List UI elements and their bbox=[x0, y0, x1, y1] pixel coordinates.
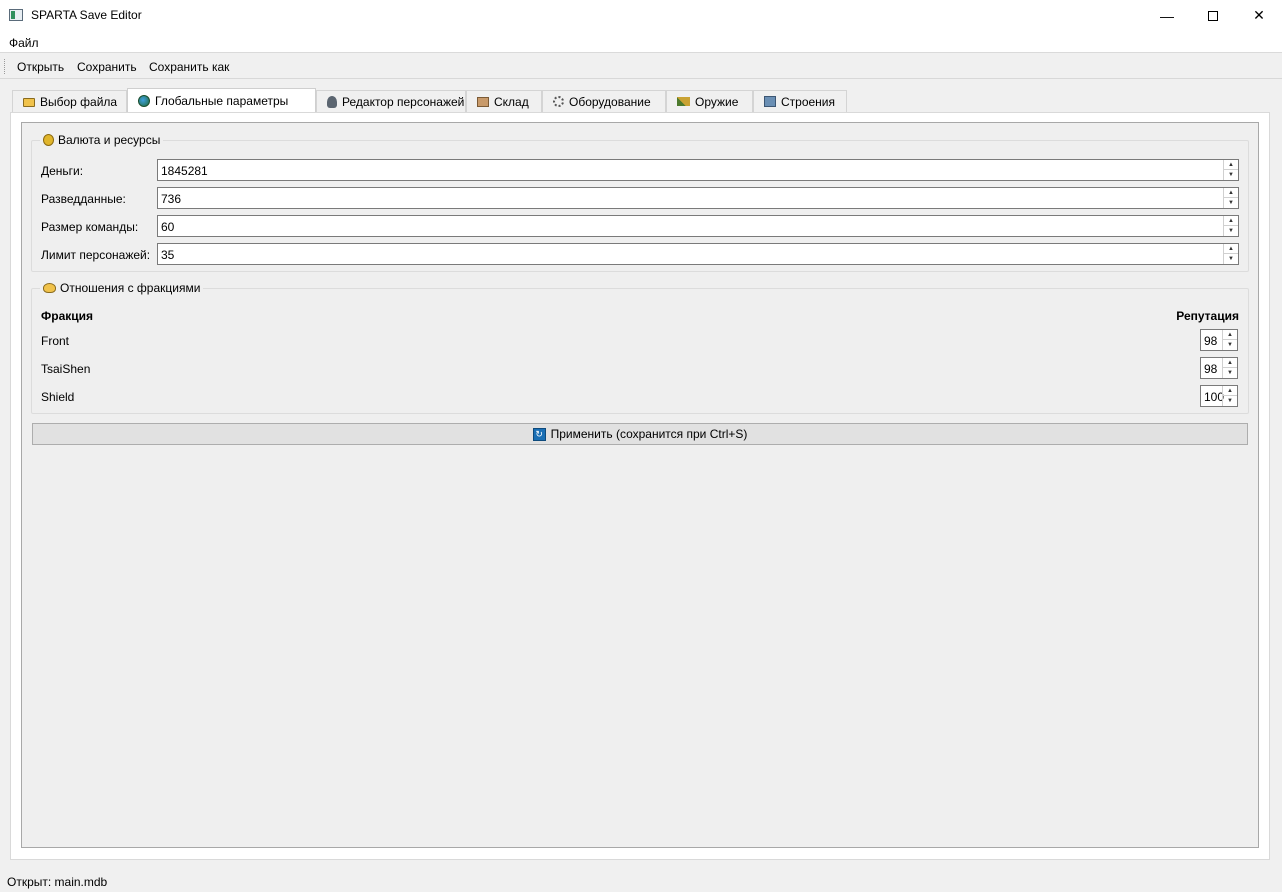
folder-icon bbox=[23, 98, 35, 107]
tab-label: Глобальные параметры bbox=[155, 93, 289, 108]
team-size-spinbox[interactable]: 60 ▲ ▼ bbox=[157, 215, 1239, 237]
title-bar: SPARTA Save Editor — ✕ bbox=[0, 0, 1282, 31]
refresh-icon: ↻ bbox=[532, 427, 546, 441]
tab-label: Оборудование bbox=[569, 94, 651, 109]
app-icon bbox=[9, 9, 23, 21]
reputation-spinbox-front[interactable]: 98 ▲ ▼ bbox=[1200, 329, 1238, 351]
spin-down-icon[interactable]: ▼ bbox=[1224, 198, 1238, 208]
spin-down-icon[interactable]: ▼ bbox=[1224, 254, 1238, 264]
resources-group-title: Валюта и ресурсы bbox=[40, 133, 164, 147]
tab-label: Оружие bbox=[695, 94, 739, 109]
person-icon bbox=[327, 95, 337, 108]
status-text: Открыт: main.mdb bbox=[7, 875, 108, 889]
factions-group: Отношения с фракциями Фракция Репутация … bbox=[31, 281, 1249, 414]
char-limit-label: Лимит персонажей: bbox=[41, 248, 151, 262]
tab-file-select[interactable]: Выбор файла bbox=[12, 90, 127, 112]
spin-arrows: ▲ ▼ bbox=[1223, 244, 1238, 264]
spin-down-icon[interactable]: ▼ bbox=[1223, 368, 1237, 378]
spin-up-icon[interactable]: ▲ bbox=[1223, 358, 1237, 368]
team-size-label: Размер команды: bbox=[41, 220, 139, 234]
tab-weapons[interactable]: Оружие bbox=[666, 90, 753, 112]
save-button[interactable]: Сохранить bbox=[77, 60, 137, 74]
close-icon: ✕ bbox=[1253, 7, 1265, 23]
spin-up-icon[interactable]: ▲ bbox=[1223, 330, 1237, 340]
spin-up-icon[interactable]: ▲ bbox=[1224, 188, 1238, 198]
maximize-button[interactable] bbox=[1190, 0, 1236, 31]
tab-label: Склад bbox=[494, 94, 529, 109]
intel-spinbox[interactable]: 736 ▲ ▼ bbox=[157, 187, 1239, 209]
spin-up-icon[interactable]: ▲ bbox=[1224, 244, 1238, 254]
open-button[interactable]: Открыть bbox=[17, 60, 64, 74]
reputation-column-header: Репутация bbox=[1176, 309, 1239, 323]
resources-group: Валюта и ресурсы Деньги: 1845281 ▲ ▼ Раз… bbox=[31, 133, 1249, 272]
tab-character-editor[interactable]: Редактор персонажей bbox=[316, 90, 466, 112]
reputation-value: 98 bbox=[1204, 362, 1218, 376]
faction-name: TsaiShen bbox=[41, 362, 91, 376]
tab-label: Строения bbox=[781, 94, 836, 109]
spin-up-icon[interactable]: ▲ bbox=[1224, 160, 1238, 170]
status-bar: Открыт: main.mdb bbox=[0, 870, 1282, 892]
spin-down-icon[interactable]: ▼ bbox=[1223, 396, 1237, 406]
reputation-spinbox-tsaishen[interactable]: 98 ▲ ▼ bbox=[1200, 357, 1238, 379]
tab-warehouse[interactable]: Склад bbox=[466, 90, 542, 112]
spin-arrows: ▲ ▼ bbox=[1223, 188, 1238, 208]
tab-buildings[interactable]: Строения bbox=[753, 90, 847, 112]
apply-button-label: Применить (сохранится при Ctrl+S) bbox=[550, 427, 748, 441]
intel-value: 736 bbox=[161, 192, 182, 206]
close-button[interactable]: ✕ bbox=[1236, 0, 1282, 31]
tab-label: Выбор файла bbox=[40, 94, 118, 109]
spin-down-icon[interactable]: ▼ bbox=[1223, 340, 1237, 350]
factions-title: Отношения с фракциями bbox=[60, 281, 201, 295]
gear-icon bbox=[553, 96, 564, 107]
menu-bar: Файл bbox=[0, 31, 1282, 53]
reputation-spinbox-shield[interactable]: 100 ▲ ▼ bbox=[1200, 385, 1238, 407]
spin-down-icon[interactable]: ▼ bbox=[1224, 170, 1238, 180]
money-spinbox[interactable]: 1845281 ▲ ▼ bbox=[157, 159, 1239, 181]
faction-name: Shield bbox=[41, 390, 75, 404]
spin-arrows: ▲ ▼ bbox=[1222, 330, 1237, 350]
apply-button[interactable]: ↻ Применить (сохранится при Ctrl+S) bbox=[32, 423, 1248, 445]
spin-up-icon[interactable]: ▲ bbox=[1224, 216, 1238, 226]
faction-name: Front bbox=[41, 334, 70, 348]
reputation-value: 98 bbox=[1204, 334, 1218, 348]
coin-icon bbox=[43, 134, 54, 146]
handshake-icon bbox=[43, 283, 56, 293]
maximize-icon bbox=[1208, 10, 1218, 21]
spin-arrows: ▲ ▼ bbox=[1222, 386, 1237, 406]
faction-column-header: Фракция bbox=[41, 309, 94, 323]
tab-equipment[interactable]: Оборудование bbox=[542, 90, 666, 112]
spin-arrows: ▲ ▼ bbox=[1222, 358, 1237, 378]
menu-file[interactable]: Файл bbox=[9, 36, 39, 50]
minimize-icon: — bbox=[1160, 7, 1174, 24]
intel-label: Разведданные: bbox=[41, 192, 126, 206]
char-limit-value: 35 bbox=[161, 248, 175, 262]
char-limit-spinbox[interactable]: 35 ▲ ▼ bbox=[157, 243, 1239, 265]
globe-icon bbox=[138, 94, 150, 107]
spin-up-icon[interactable]: ▲ bbox=[1223, 386, 1237, 396]
toolbar: Открыть Сохранить Сохранить как bbox=[0, 54, 1282, 79]
spin-arrows: ▲ ▼ bbox=[1223, 216, 1238, 236]
weapon-icon bbox=[677, 97, 690, 106]
money-value: 1845281 bbox=[161, 164, 208, 178]
box-icon bbox=[477, 96, 489, 107]
building-icon bbox=[764, 96, 776, 107]
factions-group-title: Отношения с фракциями bbox=[40, 281, 204, 295]
spin-down-icon[interactable]: ▼ bbox=[1224, 226, 1238, 236]
tab-global-params[interactable]: Глобальные параметры bbox=[127, 88, 316, 112]
toolbar-grip[interactable] bbox=[4, 59, 7, 74]
tab-label: Редактор персонажей bbox=[342, 94, 465, 109]
window-title: SPARTA Save Editor bbox=[31, 8, 142, 22]
save-as-button[interactable]: Сохранить как bbox=[149, 60, 229, 74]
spin-arrows: ▲ ▼ bbox=[1223, 160, 1238, 180]
money-label: Деньги: bbox=[41, 164, 84, 178]
team-size-value: 60 bbox=[161, 220, 175, 234]
minimize-button[interactable]: — bbox=[1144, 0, 1190, 31]
resources-title: Валюта и ресурсы bbox=[58, 133, 161, 147]
